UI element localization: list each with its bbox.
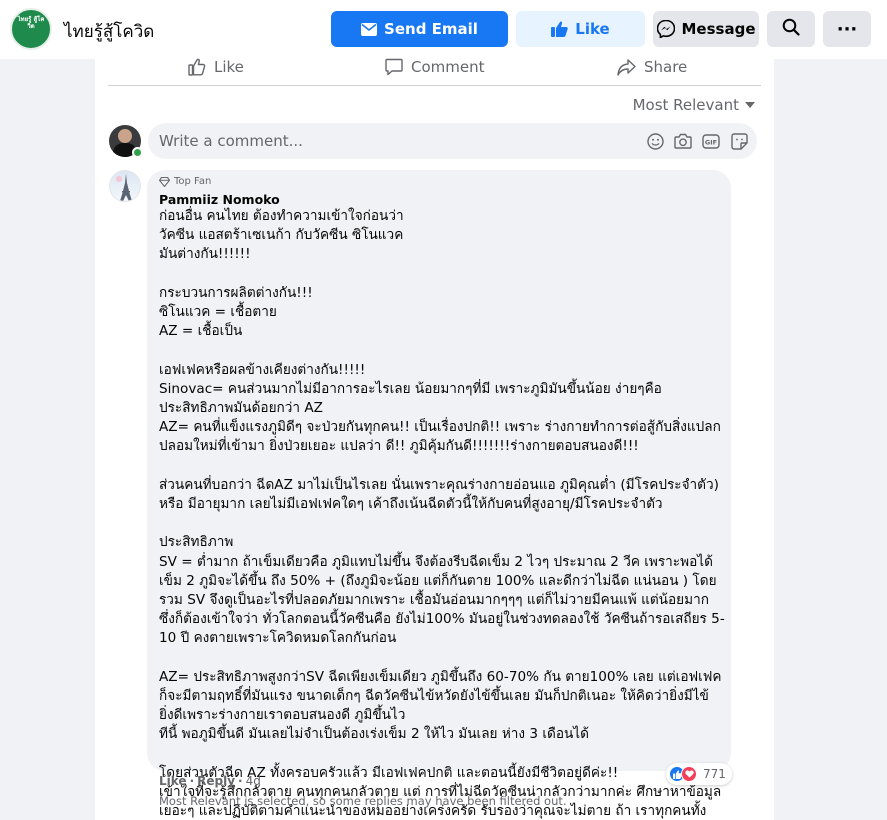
sort-label: Most Relevant <box>632 96 739 114</box>
like-page-label: Like <box>575 20 610 38</box>
comment-composer: GIF <box>148 123 757 159</box>
reaction-count: 771 <box>703 767 726 781</box>
post-share-label: Share <box>644 58 688 76</box>
comment-author[interactable]: Pammiiz Nomoko <box>159 192 280 207</box>
svg-text:GIF: GIF <box>705 138 717 146</box>
envelope-icon <box>361 22 378 36</box>
emoji-icon[interactable] <box>646 132 664 150</box>
comment-bubble: Top Fan Pammiiz Nomoko ก่อนอื่น คนไทย ต้… <box>147 170 731 819</box>
post-card: Like Comment Share Most Relevant GIF <box>95 57 774 820</box>
post-share-button[interactable]: Share <box>617 57 687 77</box>
post-comment-label: Comment <box>411 58 485 76</box>
comment-text: ก่อนอื่น คนไทย ต้องทำความเข้าใจก่อนว่า ว… <box>159 208 725 820</box>
comment-reply-link[interactable]: Reply <box>197 774 235 788</box>
comment-input[interactable] <box>159 132 599 150</box>
reaction-summary[interactable]: 771 <box>666 763 732 785</box>
more-options-button[interactable]: ··· <box>823 11 871 47</box>
comment-like-link[interactable]: Like <box>159 774 187 788</box>
eiffel-tower-icon <box>116 174 132 201</box>
sticker-icon[interactable] <box>730 132 748 150</box>
meta-separator: · <box>189 774 195 788</box>
messenger-icon <box>656 20 675 38</box>
post-like-button[interactable]: Like <box>188 57 244 77</box>
camera-icon[interactable] <box>674 132 692 150</box>
page-header: ไทยรู้ สู้โควิด ไทยรู้สู้โควิด Send Emai… <box>0 0 887 59</box>
comment-sort-dropdown[interactable]: Most Relevant <box>633 96 755 114</box>
comment-icon <box>385 58 403 76</box>
comment-meta: Like · Reply · 4d <box>159 774 264 788</box>
actions-divider <box>108 85 761 86</box>
message-button[interactable]: Message <box>653 11 759 47</box>
comment-timestamp[interactable]: 4d <box>246 774 261 788</box>
chevron-down-icon <box>745 102 755 108</box>
more-icon: ··· <box>836 18 858 40</box>
post-comment-button[interactable]: Comment <box>385 57 485 77</box>
gif-icon[interactable]: GIF <box>702 132 720 150</box>
post-like-label: Like <box>214 58 244 76</box>
thumbs-up-icon <box>551 21 568 37</box>
send-email-button[interactable]: Send Email <box>331 11 508 47</box>
like-page-button[interactable]: Like <box>516 11 645 47</box>
page-logo-text: ไทยรู้ สู้โควิด <box>17 16 45 30</box>
diamond-icon <box>159 176 170 187</box>
top-fan-badge: Top Fan <box>159 176 211 187</box>
page-avatar[interactable]: ไทยรู้ สู้โควิด <box>10 8 52 50</box>
send-email-label: Send Email <box>384 20 478 38</box>
page-title[interactable]: ไทยรู้สู้โควิด <box>64 18 154 45</box>
filter-note: Most Relevant is selected, so some repli… <box>159 794 567 808</box>
message-label: Message <box>681 20 756 38</box>
avatar-head <box>118 129 132 143</box>
top-fan-label: Top Fan <box>174 176 212 187</box>
online-status-dot <box>132 147 143 158</box>
commenter-avatar[interactable] <box>109 170 141 202</box>
share-icon <box>617 58 636 76</box>
search-button[interactable] <box>767 11 815 47</box>
search-icon <box>782 18 800 40</box>
meta-separator-2: · <box>238 774 243 788</box>
love-reaction-icon <box>681 766 697 782</box>
thumbs-up-outline-icon <box>188 58 206 76</box>
